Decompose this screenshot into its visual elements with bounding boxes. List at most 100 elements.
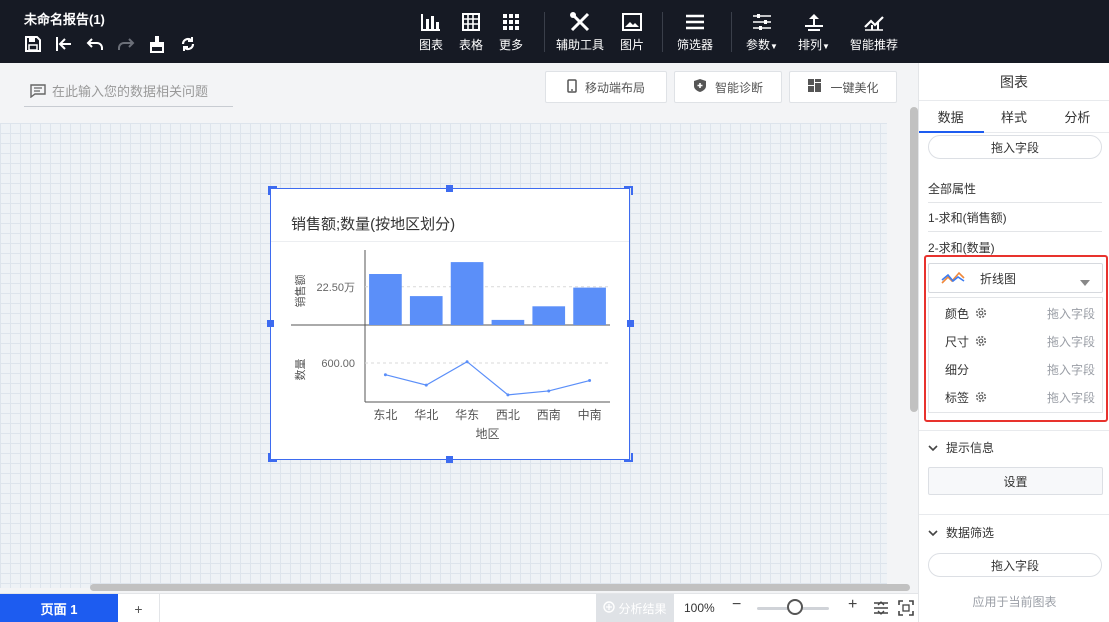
bar-西北 <box>491 319 525 325</box>
zoom-in-icon[interactable]: + <box>848 596 857 614</box>
beautify-button[interactable]: 一键美化 <box>789 71 897 103</box>
quantity-line <box>385 360 590 396</box>
resize-corner-top-left[interactable] <box>268 186 277 195</box>
toolbar-table[interactable]: 表格 <box>459 10 483 53</box>
image-icon <box>622 10 642 34</box>
fullscreen-icon[interactable] <box>898 600 914 619</box>
resize-corner-bottom-left[interactable] <box>268 453 277 462</box>
resize-handle-left[interactable] <box>267 320 274 327</box>
toolbar-more-label: 更多 <box>499 38 524 52</box>
resize-corner-bottom-right[interactable] <box>624 453 633 462</box>
prop-label-drop[interactable]: 拖入字段 <box>1047 389 1095 406</box>
vertical-scrollbar[interactable] <box>910 107 918 412</box>
ask-placeholder: 在此输入您的数据相关问题 <box>52 84 209 99</box>
prop-color[interactable]: 颜色 拖入字段 <box>929 299 1104 327</box>
chart-type-select[interactable]: 折线图 <box>928 263 1103 293</box>
refresh-icon[interactable] <box>177 34 198 54</box>
undo-icon[interactable] <box>84 34 105 54</box>
prop-detail[interactable]: 细分 拖入字段 <box>929 355 1104 383</box>
gear-icon[interactable] <box>975 391 987 406</box>
mobile-icon <box>567 78 577 96</box>
toolbar-filter[interactable]: 筛选器 <box>677 10 713 53</box>
mobile-layout-label: 移动端布局 <box>584 80 645 95</box>
apply-current-chart[interactable]: 应用于当前图表 <box>919 593 1109 610</box>
toolbar-divider <box>544 12 545 52</box>
beautify-label: 一键美化 <box>830 80 879 95</box>
line-chart-icon <box>941 271 965 288</box>
fit-page-icon[interactable] <box>873 600 889 619</box>
resize-handle-top[interactable] <box>446 185 453 192</box>
prop-size[interactable]: 尺寸 拖入字段 <box>929 327 1104 355</box>
line-point-东北 <box>383 373 387 377</box>
toolbar-params[interactable]: 参数▼ <box>746 10 778 53</box>
table-icon <box>462 10 480 34</box>
zoom-out-icon[interactable]: − <box>732 596 741 614</box>
bar-东北 <box>369 274 402 325</box>
tab-style[interactable]: 样式 <box>982 101 1045 132</box>
chart-widget[interactable]: 销售额;数量(按地区划分) 22.50万 600.00 销售额 数量 东北 华北 华东 西北 西… <box>270 188 630 460</box>
zoom-slider-knob[interactable] <box>787 599 803 615</box>
analysis-result-button[interactable]: 分析结果 <box>596 594 674 622</box>
horizontal-scrollbar[interactable] <box>90 584 910 591</box>
toolbar-assist-tools[interactable]: 辅助工具 <box>556 10 604 53</box>
tab-data[interactable]: 数据 <box>919 101 982 132</box>
quick-actions <box>22 34 198 54</box>
gear-icon[interactable] <box>975 335 987 350</box>
resize-corner-top-right[interactable] <box>624 186 633 195</box>
smart-diagnosis-label: 智能诊断 <box>714 80 763 95</box>
attr-sum-sales[interactable]: 1-求和(销售额) <box>928 204 1102 232</box>
add-page-button[interactable]: + <box>118 594 160 622</box>
redo-icon[interactable] <box>115 34 136 54</box>
resize-handle-bottom[interactable] <box>446 456 453 463</box>
prop-color-label: 颜色 <box>945 306 970 321</box>
prop-label[interactable]: 标签 拖入字段 <box>929 383 1104 411</box>
smart-diagnosis-button[interactable]: 智能诊断 <box>674 71 782 103</box>
toolbar-more[interactable]: 更多 <box>499 10 523 53</box>
exit-icon[interactable] <box>53 34 74 54</box>
tab-analysis[interactable]: 分析 <box>1046 101 1109 132</box>
drop-field-top[interactable]: 拖入字段 <box>928 135 1102 159</box>
toolbar-arrange[interactable]: 排列▼ <box>798 10 830 53</box>
filter-drop-field[interactable]: 拖入字段 <box>928 553 1102 577</box>
tooltip-settings-button[interactable]: 设置 <box>928 467 1103 495</box>
format-painter-icon[interactable] <box>146 34 167 54</box>
save-icon[interactable] <box>22 34 43 54</box>
toolbar-chart[interactable]: 图表 <box>419 10 443 53</box>
sliders-icon <box>752 10 772 34</box>
x-tick-label: 中南 <box>578 407 602 422</box>
toolbar-smart-recommend[interactable]: 智能推荐 <box>850 10 898 53</box>
bar-西南 <box>532 306 566 325</box>
chevron-down-icon <box>1080 275 1090 289</box>
toolbar-table-label: 表格 <box>459 38 484 52</box>
analysis-label: 分析结果 <box>618 602 667 616</box>
panel-tabs: 数据 样式 分析 <box>919 101 1109 133</box>
gear-icon[interactable] <box>975 307 987 322</box>
prop-detail-drop[interactable]: 拖入字段 <box>1047 361 1095 378</box>
ask-data-input[interactable]: 在此输入您的数据相关问题 <box>24 75 233 107</box>
resize-handle-right[interactable] <box>627 320 634 327</box>
toolbar-image[interactable]: 图片 <box>620 10 644 53</box>
smart-chart-icon <box>863 10 885 34</box>
mark-properties: 颜色 拖入字段 尺寸 拖入字段 细分 拖入字段 标签 拖入字段 <box>928 297 1103 413</box>
page-tab-1[interactable]: 页面 1 <box>0 594 118 622</box>
zoom-level: 100% <box>684 601 715 615</box>
line-point-西南 <box>547 389 551 393</box>
prop-size-drop[interactable]: 拖入字段 <box>1047 333 1095 350</box>
toolbar-divider <box>731 12 732 52</box>
chevron-down-icon <box>928 526 938 540</box>
toolbar-params-label: 参数▼ <box>746 38 778 52</box>
toolbar-filter-label: 筛选器 <box>677 38 714 52</box>
x-tick-label: 华北 <box>414 408 438 422</box>
chevron-down-icon: ▼ <box>822 42 830 51</box>
toolbar-image-label: 图片 <box>620 38 645 52</box>
line-tick-label: 600.00 <box>321 358 355 370</box>
filter-section-header[interactable]: 数据筛选 <box>928 524 994 541</box>
attr-all[interactable]: 全部属性 <box>928 175 1102 203</box>
mobile-layout-button[interactable]: 移动端布局 <box>545 71 667 103</box>
prop-color-drop[interactable]: 拖入字段 <box>1047 305 1095 322</box>
tooltip-section-header[interactable]: 提示信息 <box>928 439 994 456</box>
report-title[interactable]: 未命名报告(1) <box>24 9 105 28</box>
chevron-down-icon: ▼ <box>770 42 778 51</box>
line-point-西北 <box>506 393 510 397</box>
toolbar-smart-recommend-label: 智能推荐 <box>850 38 899 52</box>
